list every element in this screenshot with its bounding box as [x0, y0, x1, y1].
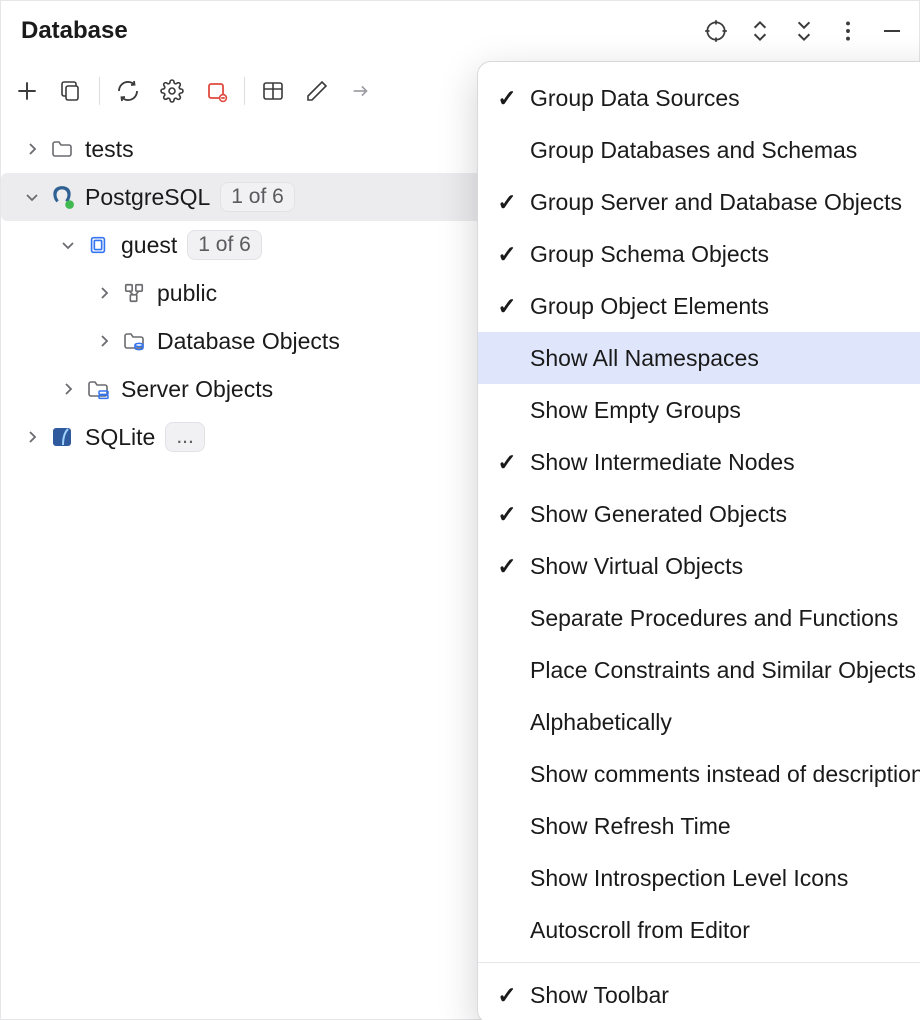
kebab-menu-icon[interactable]: [833, 16, 863, 46]
tree-label: SQLite: [85, 424, 155, 451]
expand-collapse-icon[interactable]: [745, 16, 775, 46]
menu-item[interactable]: Show Empty Groups: [478, 384, 920, 436]
menu-item[interactable]: Show All Namespaces: [478, 332, 920, 384]
check-icon: ✓: [494, 449, 520, 476]
check-icon: ✓: [494, 85, 520, 112]
table-button[interactable]: [255, 73, 291, 109]
count-badge: 1 of 6: [187, 230, 262, 260]
database-panel: Database: [0, 0, 920, 1020]
menu-item[interactable]: ✓ Show Toolbar: [478, 969, 920, 1020]
menu-item-label: Autoscroll from Editor: [530, 917, 750, 944]
menu-item[interactable]: Alphabetically: [478, 696, 920, 748]
menu-item-label: Group Schema Objects: [530, 241, 769, 268]
menu-item-label: Group Data Sources: [530, 85, 740, 112]
chevron-right-icon[interactable]: [93, 330, 115, 352]
menu-item-label: Separate Procedures and Functions: [530, 605, 898, 632]
check-icon: ✓: [494, 293, 520, 320]
tree-label: tests: [85, 136, 134, 163]
schema-icon: [121, 280, 147, 306]
menu-item-label: Show Virtual Objects: [530, 553, 743, 580]
tree-label: Database Objects: [157, 328, 340, 355]
panel-header: Database: [1, 1, 919, 61]
count-badge: 1 of 6: [220, 182, 295, 212]
folder-icon: [49, 136, 75, 162]
panel-title: Database: [13, 17, 128, 45]
folder-db-icon: [121, 328, 147, 354]
collapse-all-icon[interactable]: [789, 16, 819, 46]
chevron-right-icon[interactable]: [21, 138, 43, 160]
menu-item-label: Group Server and Database Objects: [530, 189, 902, 216]
more-badge[interactable]: ...: [165, 422, 205, 452]
menu-item-label: Place Constraints and Similar Objects: [530, 657, 916, 684]
check-icon: ✓: [494, 241, 520, 268]
check-icon: ✓: [494, 189, 520, 216]
menu-item[interactable]: ✓ Show Intermediate Nodes: [478, 436, 920, 488]
settings-button[interactable]: [154, 73, 190, 109]
menu-separator: [478, 962, 920, 963]
target-icon[interactable]: [701, 16, 731, 46]
view-options-menu: ✓ Group Data Sources Group Databases and S…: [477, 61, 920, 1020]
menu-item-label: Alphabetically: [530, 709, 672, 736]
menu-item-label: Show Introspection Level Icons: [530, 865, 848, 892]
menu-item[interactable]: ✓ Group Data Sources: [478, 72, 920, 124]
check-icon: ✓: [494, 501, 520, 528]
menu-item-label: Show Intermediate Nodes: [530, 449, 795, 476]
menu-item[interactable]: Separate Procedures and Functions: [478, 592, 920, 644]
chevron-down-icon[interactable]: [21, 186, 43, 208]
edit-button[interactable]: [299, 73, 335, 109]
menu-item[interactable]: Show Refresh Time: [478, 800, 920, 852]
chevron-right-icon[interactable]: [93, 282, 115, 304]
menu-item[interactable]: Place Constraints and Similar Objects: [478, 644, 920, 696]
check-icon: ✓: [494, 982, 520, 1009]
panel-header-icons: [701, 16, 907, 46]
chevron-down-icon[interactable]: [57, 234, 79, 256]
postgresql-icon: [49, 184, 75, 210]
tree-label: PostgreSQL: [85, 184, 210, 211]
menu-item[interactable]: ✓ Group Server and Database Objects: [478, 176, 920, 228]
folder-server-icon: [85, 376, 111, 402]
toolbar-sep-2: [244, 77, 245, 105]
menu-item-label: Show Generated Objects: [530, 501, 787, 528]
menu-item[interactable]: ✓ Show Virtual Objects: [478, 540, 920, 592]
tree-label: Server Objects: [121, 376, 273, 403]
tree-label: guest: [121, 232, 177, 259]
menu-item-label: Group Databases and Schemas: [530, 137, 857, 164]
refresh-button[interactable]: [110, 73, 146, 109]
menu-item[interactable]: Group Databases and Schemas: [478, 124, 920, 176]
add-button[interactable]: [9, 73, 45, 109]
menu-item-label: Show comments instead of descriptions: [530, 761, 920, 788]
menu-item-label: Group Object Elements: [530, 293, 769, 320]
database-icon: [85, 232, 111, 258]
menu-item-label: Show Refresh Time: [530, 813, 731, 840]
minimize-icon[interactable]: [877, 16, 907, 46]
sqlite-icon: [49, 424, 75, 450]
menu-item[interactable]: Show comments instead of descriptions: [478, 748, 920, 800]
more-arrow-icon[interactable]: [343, 73, 379, 109]
menu-item[interactable]: Autoscroll from Editor: [478, 904, 920, 956]
toolbar-sep-1: [99, 77, 100, 105]
chevron-right-icon[interactable]: [57, 378, 79, 400]
chevron-right-icon[interactable]: [21, 426, 43, 448]
menu-item-label: Show All Namespaces: [530, 345, 759, 372]
tree-label: public: [157, 280, 217, 307]
menu-item[interactable]: ✓ Group Object Elements: [478, 280, 920, 332]
menu-item[interactable]: ✓ Group Schema Objects: [478, 228, 920, 280]
menu-item[interactable]: ✓ Show Generated Objects: [478, 488, 920, 540]
stop-button[interactable]: [198, 73, 234, 109]
check-icon: ✓: [494, 553, 520, 580]
menu-item-label: Show Toolbar: [530, 982, 669, 1009]
duplicate-button[interactable]: [53, 73, 89, 109]
menu-item[interactable]: Show Introspection Level Icons: [478, 852, 920, 904]
menu-item-label: Show Empty Groups: [530, 397, 741, 424]
